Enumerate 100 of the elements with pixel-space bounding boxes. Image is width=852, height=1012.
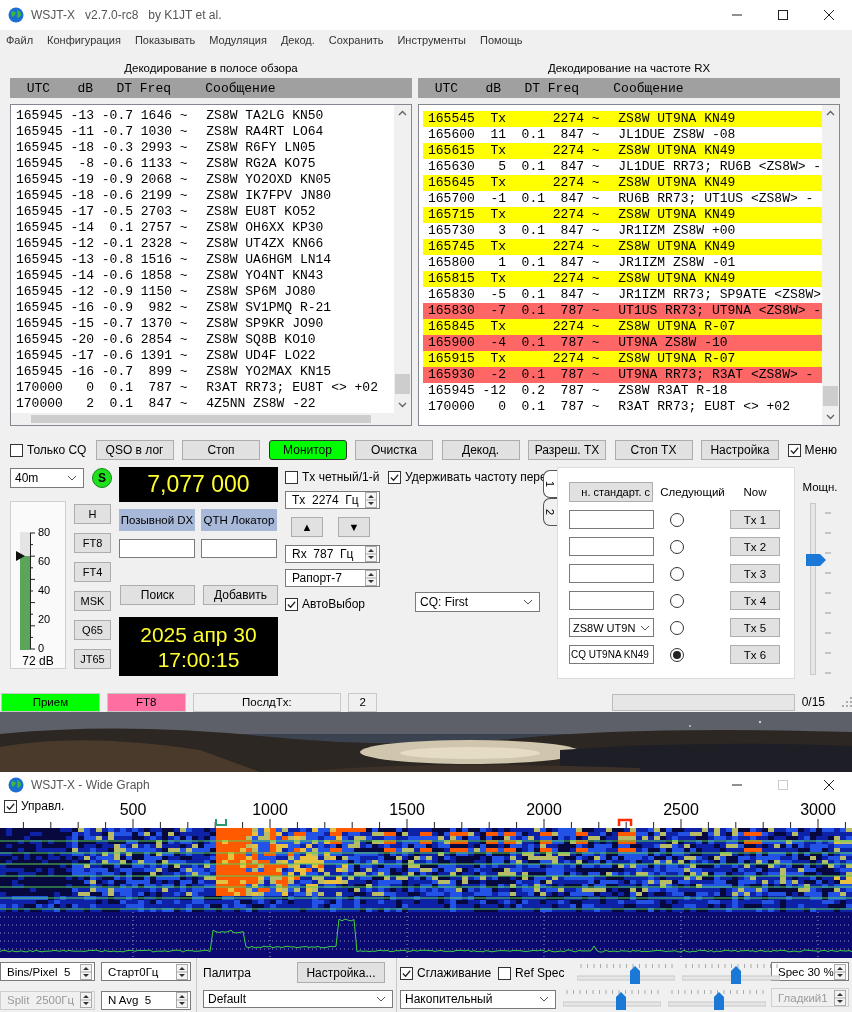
dropdown[interactable]: Накопительный: [400, 989, 556, 1009]
tab[interactable]: 2: [543, 498, 557, 526]
decode-row[interactable]: 165915 Tx 2274 ~ ZS8W UT9NA R-07: [423, 351, 822, 367]
checkbox[interactable]: [400, 966, 413, 980]
decode-row[interactable]: 165615 Tx 2274 ~ ZS8W UT9NA KN49: [423, 143, 822, 159]
menu-item[interactable]: Модуляция: [209, 34, 267, 46]
dropdown[interactable]: 40m: [10, 468, 84, 488]
scrollbar[interactable]: [11, 413, 411, 425]
slider-thumb[interactable]: [713, 992, 724, 1010]
decode-row[interactable]: 165945 -12 -0.9 1150 ~ ZS8W SP6M JO80: [11, 284, 394, 300]
arrow-button[interactable]: ▲: [291, 517, 323, 537]
column-header[interactable]: dB: [469, 80, 501, 96]
decode-row[interactable]: 165945 -18 -0.6 2199 ~ ZS8W IK7FPV JN80: [11, 188, 394, 204]
button[interactable]: Разреш. TX: [528, 440, 606, 460]
checkbox[interactable]: [4, 799, 17, 813]
spin-arrows-icon[interactable]: [176, 992, 188, 1008]
close-icon[interactable]: [824, 10, 834, 20]
column-header[interactable]: DT: [501, 80, 540, 96]
radio-button[interactable]: [670, 512, 684, 527]
menu-item[interactable]: Конфигурация: [47, 34, 121, 46]
input-field[interactable]: [569, 591, 654, 610]
column-header[interactable]: dB: [61, 80, 93, 96]
input-field[interactable]: [119, 539, 195, 558]
decode-row[interactable]: 170000 2 0.1 847 ~ 4Z5NN ZS8W -22: [11, 396, 394, 412]
decode-row[interactable]: 165945 -13 -0.8 1516 ~ ZS8W UA6HGM LN14: [11, 252, 394, 268]
decode-row[interactable]: 165945 -16 -0.9 982 ~ ZS8W SV1PMQ R-21: [11, 300, 394, 316]
decode-row[interactable]: 165945 -17 -0.5 2703 ~ ZS8W EU8T KO52: [11, 204, 394, 220]
radio-button[interactable]: [670, 620, 684, 635]
checkbox[interactable]: [285, 597, 298, 611]
spin-box[interactable]: Spec 30 %: [771, 962, 849, 981]
dropdown[interactable]: Default: [203, 990, 393, 1008]
spin-arrows-icon[interactable]: [365, 570, 377, 586]
decode-row[interactable]: 165945 -20 -0.6 2854 ~ ZS8W SQ8B KO10: [11, 332, 394, 348]
mode-button[interactable]: FT4: [74, 562, 111, 582]
button[interactable]: Монитор: [268, 440, 347, 460]
decode-row[interactable]: 165745 Tx 2274 ~ ZS8W UT9NA KN49: [423, 239, 822, 255]
button[interactable]: Поиск: [120, 585, 195, 605]
mode-button[interactable]: MSK: [74, 591, 111, 611]
menu-item[interactable]: Инструменты: [397, 34, 466, 46]
menu-item[interactable]: Сохранить: [328, 34, 384, 46]
decode-row[interactable]: 165645 Tx 2274 ~ ZS8W UT9NA KN49: [423, 175, 822, 191]
checkbox[interactable]: [10, 443, 23, 457]
tab[interactable]: 1: [543, 470, 557, 498]
menu-item[interactable]: Помощь: [480, 34, 523, 46]
spin-box[interactable]: Tx 2274 Гц: [285, 491, 380, 509]
input-field[interactable]: [569, 564, 654, 583]
close-icon[interactable]: [824, 779, 834, 790]
scrollbar-thumb[interactable]: [395, 374, 410, 394]
resize-grip-icon[interactable]: [842, 697, 852, 707]
button[interactable]: Настройка...: [297, 962, 385, 983]
slider-thumb[interactable]: [806, 554, 826, 567]
spin-box[interactable]: Rx 787 Гц: [285, 545, 380, 563]
spin-arrows-icon[interactable]: [80, 963, 92, 980]
decode-row[interactable]: 165945 -15 -0.7 1370 ~ ZS8W SP9KR JO90: [11, 316, 394, 332]
tx-button[interactable]: Tx 5: [730, 618, 780, 637]
decode-row[interactable]: 165945 -12 -0.1 2328 ~ ZS8W UT4ZX KN66: [11, 236, 394, 252]
tx-button[interactable]: Tx 2: [730, 537, 780, 556]
dropdown[interactable]: ZS8W UT9N: [569, 618, 654, 637]
slider[interactable]: [682, 962, 781, 984]
decode-row[interactable]: 165545 Tx 2274 ~ ZS8W UT9NA KN49: [423, 111, 822, 127]
decode-row[interactable]: 165945 -19 -0.9 2068 ~ ZS8W YO2OXD KN05: [11, 172, 394, 188]
slider[interactable]: [577, 962, 676, 984]
decode-row[interactable]: 165830 -7 0.1 787 ~ UT1US RR73; UT9NA <ZS8W> -: [423, 303, 822, 319]
decode-row[interactable]: 165945 -8 -0.6 1133 ~ ZS8W RG2A KO75: [11, 156, 394, 172]
input-field[interactable]: [201, 539, 277, 558]
decode-row[interactable]: 165945 -16 -0.7 899 ~ ZS8W YO2MAX KN15: [11, 364, 394, 380]
column-header[interactable]: Сообщение: [613, 80, 684, 96]
scrollbar-thumb[interactable]: [823, 386, 838, 406]
decode-row[interactable]: 165945 -14 0.1 2757 ~ ZS8W OH6XX KP30: [11, 220, 394, 236]
button[interactable]: QSO в лог: [95, 440, 174, 460]
radio-button[interactable]: [670, 593, 684, 608]
scrollbar[interactable]: [394, 105, 411, 413]
decode-row[interactable]: 165845 Tx 2274 ~ ZS8W UT9NA R-07: [423, 319, 822, 335]
decode-row[interactable]: 165815 Tx 2274 ~ ZS8W UT9NA KN49: [423, 271, 822, 287]
mode-button[interactable]: FT8: [74, 533, 111, 553]
input-field[interactable]: [569, 537, 654, 556]
scrollbar[interactable]: [822, 105, 839, 425]
spin-box[interactable]: Bins/Pixel 5: [0, 962, 95, 981]
tx-button[interactable]: Tx 4: [730, 591, 780, 610]
checkbox[interactable]: [388, 470, 401, 484]
spin-box[interactable]: N Avg 5: [101, 990, 191, 1010]
spin-box[interactable]: Рапорт-7: [285, 569, 380, 587]
column-header[interactable]: Сообщение: [205, 80, 276, 96]
spin-arrows-icon[interactable]: [176, 963, 188, 980]
tx-button[interactable]: Tx 6: [730, 645, 780, 664]
menu-item[interactable]: Файл: [6, 34, 34, 46]
decode-row[interactable]: 170000 0 0.1 787 ~ R3AT RR73; EU8T <> +02: [11, 380, 394, 396]
decode-row[interactable]: 165945 -11 -0.7 1030 ~ ZS8W RA4RT LO64: [11, 124, 394, 140]
input-field[interactable]: [569, 510, 654, 529]
decode-row[interactable]: 165945 -17 -0.6 1391 ~ ZS8W UD4F LO22: [11, 348, 394, 364]
mode-button[interactable]: Q65: [74, 620, 111, 640]
scrollbar-thumb[interactable]: [31, 415, 371, 423]
radio-button[interactable]: [670, 647, 684, 662]
decode-row[interactable]: 165930 -2 0.1 787 ~ UT9NA RR73; R3AT <ZS8W> -: [423, 367, 822, 383]
arrow-button[interactable]: ▼: [338, 517, 370, 537]
checkbox[interactable]: [787, 443, 801, 457]
decode-row[interactable]: 165945 -13 -0.7 1646 ~ ZS8W TA2LG KN50: [11, 108, 394, 124]
button[interactable]: н. стандарт. с: [569, 482, 653, 502]
radio-button[interactable]: [670, 539, 684, 554]
slider-thumb[interactable]: [630, 966, 641, 984]
